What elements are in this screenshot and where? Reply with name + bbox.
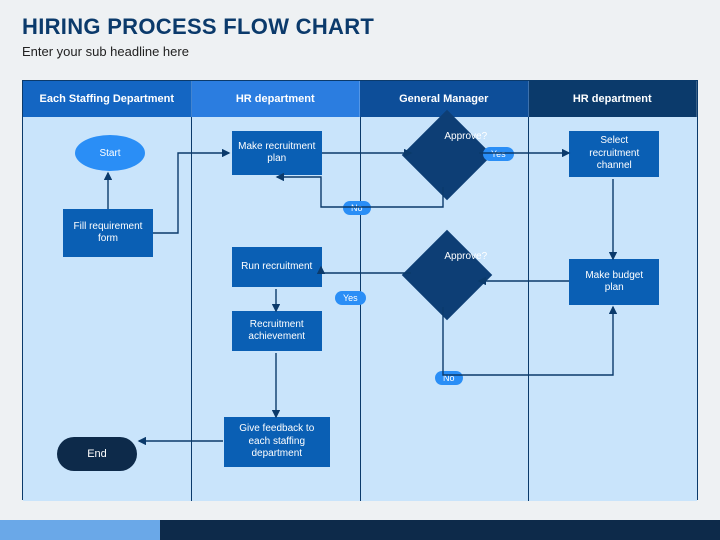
node-make-plan: Make recruitment plan: [232, 131, 322, 175]
flowchart-body: Start Fill requirement form End Make rec…: [23, 117, 697, 501]
swimlane-headers: Each Staffing Department HR department G…: [23, 81, 697, 117]
node-approve-1: Approve?: [401, 110, 492, 201]
page-title: HIRING PROCESS FLOW CHART: [22, 14, 698, 40]
lane-header-staffing: Each Staffing Department: [23, 81, 192, 117]
lane-header-hr2: HR department: [529, 81, 698, 117]
node-approve-2: Approve?: [401, 230, 492, 321]
lane-hr1: Make recruitment plan Run recruitment Re…: [192, 117, 361, 501]
slide-footer: [0, 520, 720, 540]
node-budget: Make budget plan: [569, 259, 659, 305]
label-no-2: No: [435, 371, 463, 385]
label-no-1: No: [343, 201, 371, 215]
node-end: End: [57, 437, 137, 471]
node-run-recruitment: Run recruitment: [232, 247, 322, 287]
node-achievement: Recruitment achievement: [232, 311, 322, 351]
node-fill-form: Fill requirement form: [63, 209, 153, 257]
label-yes-2: Yes: [335, 291, 366, 305]
lane-staffing: Start Fill requirement form End: [23, 117, 192, 501]
lane-gm: Approve? Approve?: [361, 117, 530, 501]
flowchart: Each Staffing Department HR department G…: [22, 80, 698, 500]
node-select-channel: Select recruitment channel: [569, 131, 659, 177]
page-subtitle: Enter your sub headline here: [22, 44, 698, 59]
node-feedback: Give feedback to each staffing departmen…: [224, 417, 330, 467]
lane-header-hr1: HR department: [192, 81, 361, 117]
node-start: Start: [75, 135, 145, 171]
label-yes-1: Yes: [483, 147, 514, 161]
slide: HIRING PROCESS FLOW CHART Enter your sub…: [0, 0, 720, 540]
lane-hr2: Select recruitment channel Make budget p…: [529, 117, 697, 501]
